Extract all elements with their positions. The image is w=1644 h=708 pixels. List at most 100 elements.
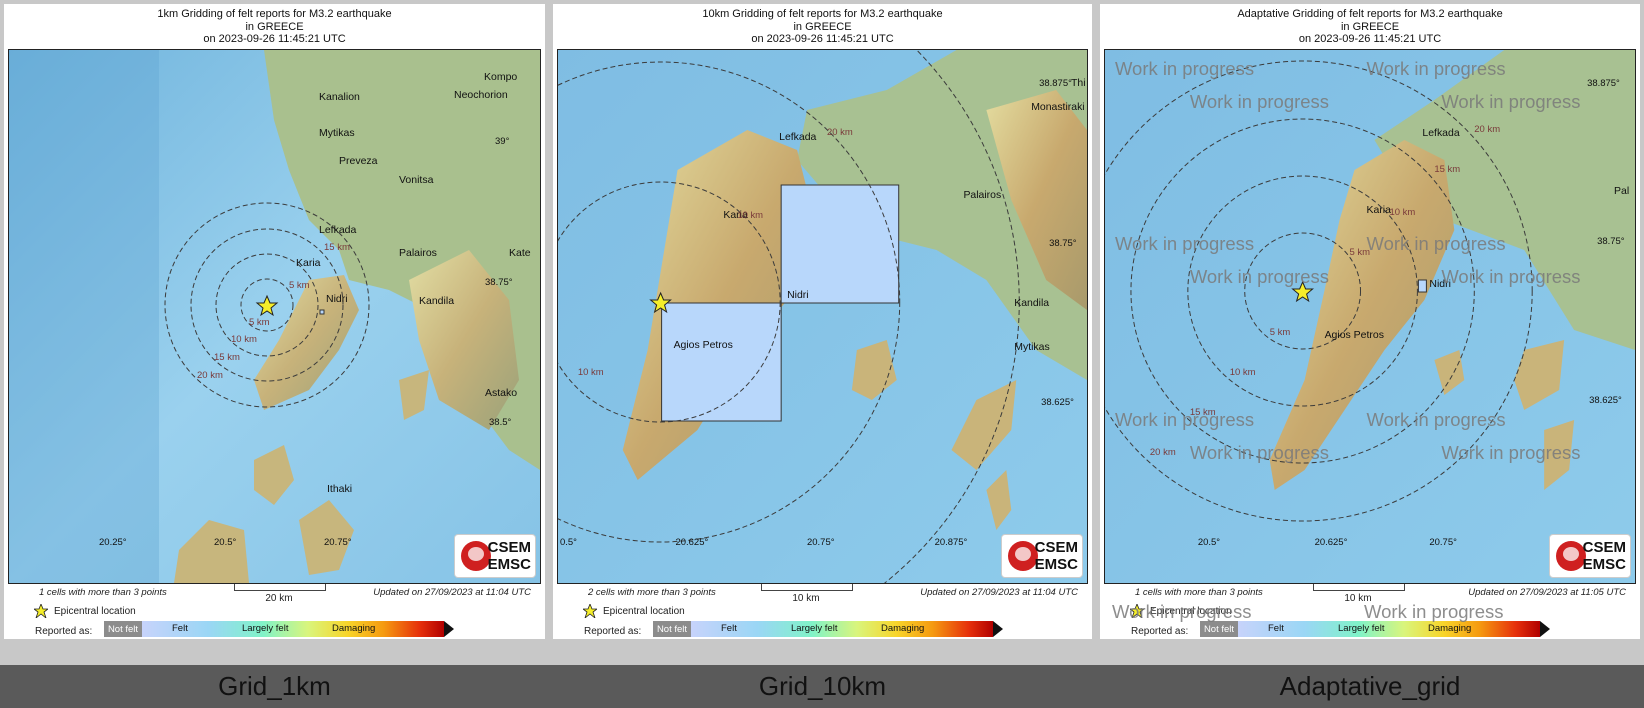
watermark: Work in progress [1115,233,1254,254]
watermark: Work in progress [1115,58,1254,79]
legend-damaging: Damaging [1428,623,1472,634]
map-area[interactable]: Thi Monastiraki Lefkada Karia Palairos N… [557,49,1088,584]
scale-bar [234,584,326,591]
title-line: in GREECE [245,20,304,33]
map-title: 10km Gridding of felt reports for M3.2 e… [553,8,1092,46]
title-line: on 2023-09-26 11:45:21 UTC [1298,33,1442,45]
place-label: Kanalion [319,91,360,103]
cells-note: 1 cells with more than 3 points [39,587,167,598]
ring-label: 20 km [827,127,853,138]
place-label: Ithaki [327,483,352,495]
place-label: Palairos [399,247,437,259]
intensity-gradient: Felt Largely felt Damaging [1238,621,1540,637]
place-label: Astako [485,387,517,399]
longitude-label: 20.75° [1429,537,1457,548]
place-label: Karia [296,257,321,269]
longitude-label: 20.875° [935,537,968,548]
watermark: Work in progress [1367,409,1506,430]
longitude-label: 20.25° [99,537,127,548]
not-felt-swatch: Not felt [104,621,142,637]
watermark: Work in progress [1190,266,1329,287]
map-area[interactable]: Lefkada Pal Karia Nidri Agios Petros 38.… [1104,49,1636,584]
title-line: on 2023-09-26 11:45:21 UTC [751,33,894,45]
title-line: 10km Gridding of felt reports for M3.2 e… [702,8,943,20]
place-label: Nidri [326,293,348,305]
scale-bar [1313,584,1405,591]
map-area[interactable]: Kompo Kanalion Neochorion Mytikas Prevez… [8,49,541,584]
panel-grid-10km: 10km Gridding of felt reports for M3.2 e… [549,0,1096,665]
panel-caption: Adaptative_grid [1279,671,1461,701]
csem-emsc-logo: CSEM EMSC [454,534,536,578]
longitude-label: 20.75° [807,537,835,548]
csem-emsc-logo: CSEM EMSC [1001,534,1083,578]
legend-largely-felt: Largely felt [791,623,838,634]
arrow-icon [993,621,1003,637]
globe-icon [1008,541,1038,571]
title-line: on 2023-09-26 11:45:21 UTC [203,33,346,45]
map-figure: 10km Gridding of felt reports for M3.2 e… [553,4,1092,639]
not-felt-swatch: Not felt [1200,621,1238,637]
scale-bar [761,584,853,591]
scale-label: 20 km [265,593,293,604]
relief-map: Lefkada Pal Karia Nidri Agios Petros 38.… [1105,50,1635,583]
reported-as-label: Reported as: [35,626,93,637]
place-label: Preveza [339,155,378,167]
ring-label: 15 km [324,242,350,253]
place-label: Karia [1367,205,1392,216]
star-icon [583,604,597,618]
relief-map: Thi Monastiraki Lefkada Karia Palairos N… [558,50,1087,583]
latitude-label: 38.75° [485,277,513,288]
grid-cell [661,302,782,422]
grid-cell [1417,279,1427,293]
place-label: Neochorion [454,89,508,101]
latitude-label: 38.875° [1587,78,1620,89]
intensity-legend: Not felt Felt Largely felt Damaging [104,621,454,637]
logo-text: EMSC [1034,556,1078,573]
epicentral-legend: Epicentral location [34,604,136,618]
place-label: Lefkada [1422,128,1459,139]
place-label: Kompo [484,71,517,83]
intensity-legend: Not felt Felt Largely felt Damaging [1200,621,1550,637]
map-figure: 1km Gridding of felt reports for M3.2 ea… [4,4,545,639]
longitude-label: 20.75° [324,537,352,548]
legend-label: Epicentral location [54,605,136,617]
ring-label: 20 km [197,370,223,381]
watermark: Work in progress [1115,409,1254,430]
map-title: 1km Gridding of felt reports for M3.2 ea… [4,8,545,46]
legend-felt: Felt [721,623,737,634]
panel-caption: Grid_10km [758,671,887,701]
watermark: Work in progress [1367,58,1506,79]
watermark: Work in progress [1364,601,1504,622]
intensity-gradient: Felt Largely felt Damaging [142,621,444,637]
legend-damaging: Damaging [881,623,925,634]
logo-text: CSEM [1034,539,1078,556]
reported-as-label: Reported as: [584,626,642,637]
longitude-label: 20.5° [214,537,236,548]
arrow-icon [444,621,454,637]
csem-emsc-logo: CSEM EMSC [1549,534,1631,578]
cells-note: 2 cells with more than 3 points [588,587,716,598]
legend-damaging: Damaging [332,623,376,634]
legend-largely-felt: Largely felt [242,623,289,634]
ring-label: 10 km [1389,207,1415,218]
intensity-gradient: Felt Largely felt Damaging [691,621,993,637]
watermark: Work in progress [1190,442,1329,463]
cells-note: 1 cells with more than 3 points [1135,587,1263,598]
latitude-label: 38.625° [1589,395,1622,406]
panel-adaptative-grid: Adaptative Gridding of felt reports for … [1096,0,1644,665]
place-label: Thi [1071,78,1086,89]
updated-note: Updated on 27/09/2023 at 11:05 UTC [1468,587,1626,598]
ring-label: 10 km [737,210,763,221]
latitude-label: 38.75° [1597,236,1625,247]
map-figure: Adaptative Gridding of felt reports for … [1100,4,1640,639]
place-label: Kate [509,247,531,259]
title-line: Adaptative Gridding of felt reports for … [1237,8,1503,20]
updated-note: Updated on 27/09/2023 at 11:04 UTC [920,587,1078,598]
ring-label: 5 km [249,317,270,328]
ring-label: 10 km [578,367,604,378]
place-label: Kandila [419,295,454,307]
logo-text: EMSC [1582,556,1626,573]
star-icon [34,604,48,618]
latitude-label: 38.625° [1041,397,1074,408]
place-label: Mytikas [1014,342,1049,353]
